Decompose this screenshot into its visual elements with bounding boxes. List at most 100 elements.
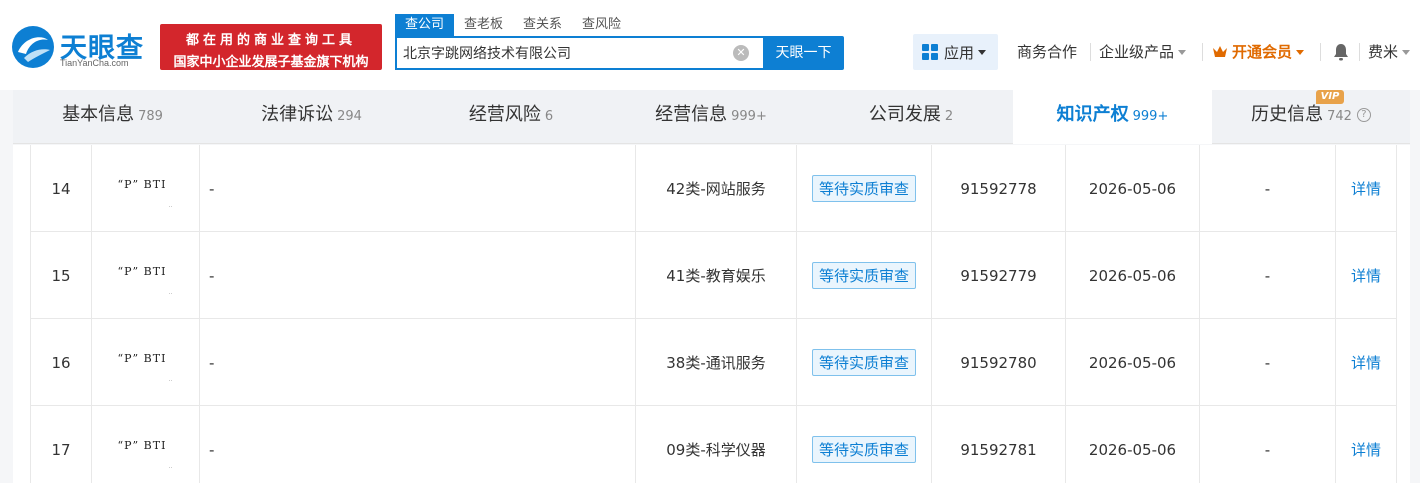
- tab-count: 2: [944, 109, 954, 124]
- business-cooperation-link[interactable]: 商务合作: [1017, 34, 1077, 70]
- bell-icon[interactable]: [1333, 43, 1349, 61]
- status-badge: 等待实质审查: [811, 262, 916, 289]
- help-icon[interactable]: ?: [1356, 108, 1371, 122]
- tab-label: 基本信息: [62, 104, 135, 125]
- tab-history-info[interactable]: 历史信息 742?: [1212, 90, 1410, 144]
- apps-label: 应用: [944, 43, 975, 62]
- logo-mark-icon: [12, 26, 54, 68]
- extra-field: -: [1199, 232, 1335, 319]
- enterprise-label: 企业级产品: [1099, 43, 1175, 61]
- logo-subtext: TianYanCha.com: [60, 58, 129, 68]
- application-date: 2026-05-06: [1065, 406, 1199, 483]
- trademark-text: “P” BTI: [117, 177, 167, 191]
- detail-link[interactable]: 详情: [1351, 265, 1381, 286]
- section-tabs: 基本信息 789 法律诉讼 294 经营风险 6 经营信息 999+ 公司发展 2 知识产…: [13, 90, 1410, 144]
- trademark-text: “P” BTI: [117, 438, 167, 452]
- search-tab-boss[interactable]: 查老板: [454, 14, 513, 36]
- table-row: 16 “P” BTI ·· - 38类-通讯服务 等待实质审查 91592780 …: [30, 319, 1397, 406]
- user-name: 费米: [1368, 43, 1399, 61]
- tab-basic-info[interactable]: 基本信息 789: [13, 90, 212, 144]
- trademark-image-cell[interactable]: “P” BTI ··: [91, 145, 199, 232]
- search-button[interactable]: 天眼一下: [763, 36, 844, 70]
- trademark-name: -: [199, 406, 635, 483]
- tab-label: 公司发展: [868, 104, 941, 125]
- nav-divider: [1359, 43, 1360, 61]
- vip-label: 开通会员: [1232, 43, 1293, 61]
- category: 09类-科学仪器: [635, 406, 796, 483]
- search-tab-relation[interactable]: 查关系: [513, 14, 572, 36]
- enterprise-products-menu[interactable]: 企业级产品: [1099, 34, 1187, 70]
- detail-link[interactable]: 详情: [1351, 439, 1381, 460]
- search-tab-risk[interactable]: 查风险: [572, 14, 631, 36]
- category: 38类-通讯服务: [635, 319, 796, 406]
- tab-count: 742: [1327, 109, 1352, 124]
- trademark-name: -: [199, 319, 635, 406]
- chevron-down-icon: [978, 49, 987, 55]
- tab-label: 经营风险: [468, 104, 541, 125]
- detail-link-cell: 详情: [1335, 145, 1397, 232]
- registration-number: 91592780: [931, 319, 1065, 406]
- registration-number: 91592778: [931, 145, 1065, 232]
- grid-icon: [922, 44, 938, 60]
- application-date: 2026-05-06: [1065, 232, 1199, 319]
- registration-number: 91592781: [931, 406, 1065, 483]
- chevron-down-icon: [1402, 49, 1411, 55]
- trademark-name: -: [199, 145, 635, 232]
- trademark-text: “P” BTI: [117, 264, 167, 278]
- site-logo[interactable]: 天眼查 TianYanCha.com: [10, 24, 155, 72]
- open-vip-menu[interactable]: 开通会员: [1212, 34, 1305, 70]
- detail-link-cell: 详情: [1335, 319, 1397, 406]
- tab-count: 294: [337, 109, 362, 124]
- tab-count: 6: [544, 109, 554, 124]
- trademark-image: “P” BTI ··: [106, 338, 186, 388]
- status-cell: 等待实质审查: [796, 406, 931, 483]
- clear-icon[interactable]: ✕: [733, 45, 749, 61]
- chevron-down-icon: [1296, 49, 1305, 55]
- row-index: 16: [30, 319, 91, 406]
- tab-label: 知识产权: [1056, 104, 1129, 125]
- status-badge: 等待实质审查: [811, 175, 916, 202]
- trademark-dots: ··: [168, 377, 173, 385]
- trademark-image: “P” BTI ··: [106, 251, 186, 301]
- apps-menu-button[interactable]: 应用: [913, 34, 998, 70]
- detail-link-cell: 详情: [1335, 406, 1397, 483]
- tab-count: 999+: [731, 109, 767, 124]
- detail-link[interactable]: 详情: [1351, 352, 1381, 373]
- status-cell: 等待实质审查: [796, 145, 931, 232]
- user-menu[interactable]: 费米: [1368, 34, 1411, 70]
- trademark-image: “P” BTI ··: [106, 164, 186, 214]
- detail-link-cell: 详情: [1335, 232, 1397, 319]
- trademark-dots: ··: [168, 290, 173, 298]
- row-index: 17: [30, 406, 91, 483]
- slogan-line-2: 国家中小企业发展子基金旗下机构: [173, 55, 369, 70]
- tab-operation-info[interactable]: 经营信息 999+: [611, 90, 811, 144]
- tab-label: 历史信息: [1251, 104, 1324, 125]
- vip-badge: VIP: [1316, 90, 1344, 104]
- status-badge: 等待实质审查: [811, 349, 916, 376]
- row-index: 14: [30, 145, 91, 232]
- status-cell: 等待实质审查: [796, 319, 931, 406]
- extra-field: -: [1199, 319, 1335, 406]
- search-input[interactable]: [403, 38, 733, 68]
- tab-operation-risk[interactable]: 经营风险 6: [411, 90, 611, 144]
- tab-company-development[interactable]: 公司发展 2: [811, 90, 1011, 144]
- tab-label: 经营信息: [655, 104, 728, 125]
- trademark-image-cell[interactable]: “P” BTI ··: [91, 406, 199, 483]
- status-badge: 等待实质审查: [811, 436, 916, 463]
- category: 41类-教育娱乐: [635, 232, 796, 319]
- trademark-image-cell[interactable]: “P” BTI ··: [91, 319, 199, 406]
- trademark-dots: ··: [168, 464, 173, 472]
- application-date: 2026-05-06: [1065, 145, 1199, 232]
- search-tab-company[interactable]: 查公司: [395, 14, 455, 36]
- tab-legal[interactable]: 法律诉讼 294: [212, 90, 411, 144]
- tab-count: 789: [138, 109, 163, 124]
- chevron-down-icon: [1178, 49, 1187, 55]
- detail-link[interactable]: 详情: [1351, 178, 1381, 199]
- top-header: 天眼查 TianYanCha.com 都在用的商业查询工具 国家中小企业发展子基…: [0, 0, 1420, 90]
- slogan-line-1: 都在用的商业查询工具: [185, 33, 356, 48]
- tab-label: 法律诉讼: [261, 104, 334, 125]
- trademark-image-cell[interactable]: “P” BTI ··: [91, 232, 199, 319]
- tab-intellectual-property[interactable]: 知识产权 999+: [1013, 90, 1212, 144]
- nav-divider: [1090, 43, 1091, 61]
- trademark-name: -: [199, 232, 635, 319]
